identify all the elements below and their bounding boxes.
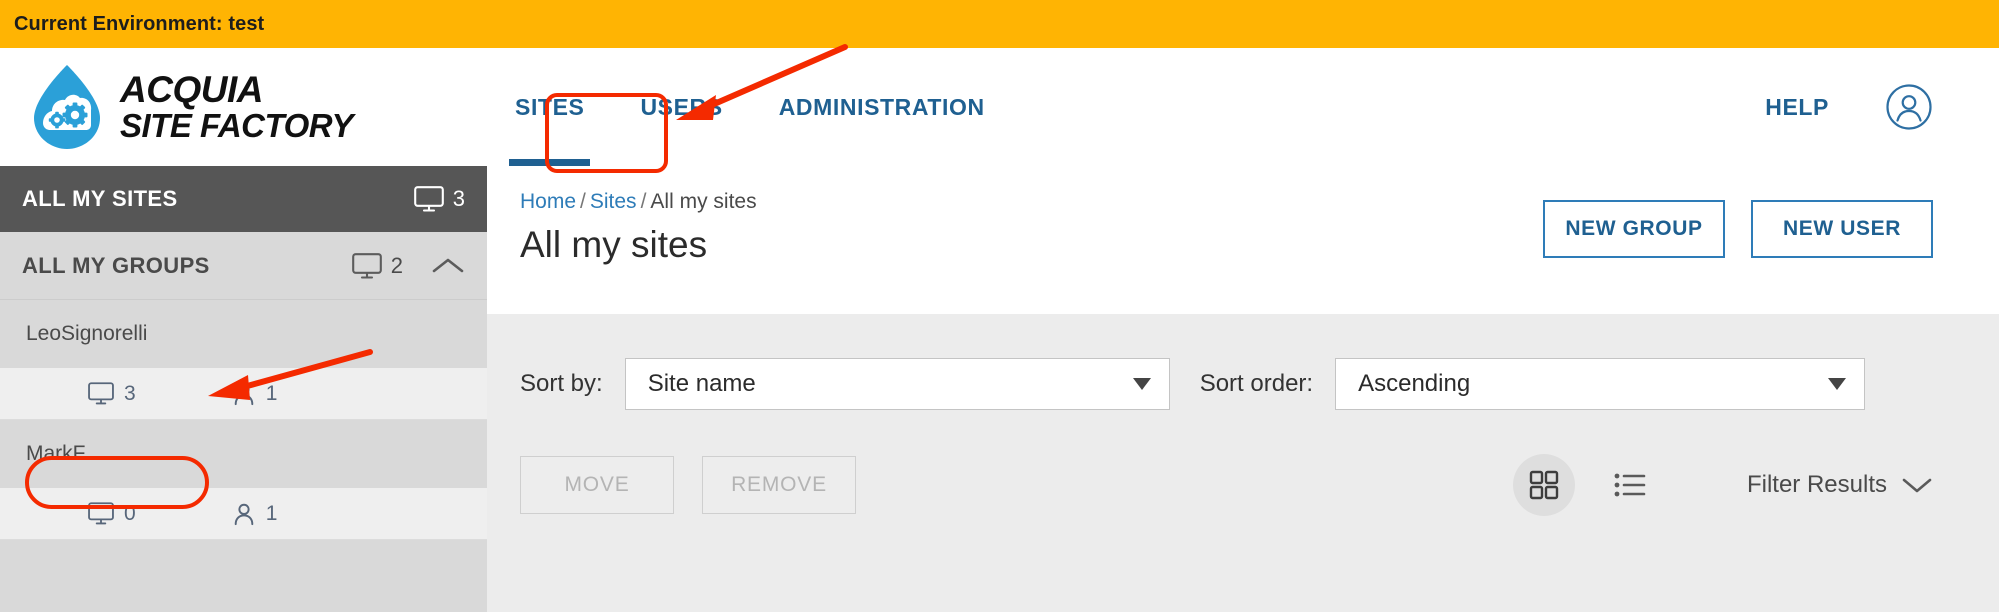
sort-order-value: Ascending [1358,370,1471,397]
grid-view-icon [1529,470,1559,500]
main-toolbar-area: Sort by: Site name Sort order: Ascending… [487,314,1999,612]
user-circle-icon[interactable] [1885,83,1933,131]
main-header: Home / Sites / All my sites All my sites NEW… [487,166,1999,314]
all-my-sites-count: 3 [413,186,465,212]
group-stats-markf: 0 1 [0,488,487,540]
monitor-icon [88,382,114,405]
monitor-icon [413,186,444,212]
remove-button[interactable]: REMOVE [702,456,856,514]
sort-by-select[interactable]: Site name [624,358,1170,410]
breadcrumb-home[interactable]: Home [520,190,576,213]
tab-sites-label: SITES [515,93,585,120]
chevron-down-icon [1828,378,1847,390]
all-my-sites-count-value: 3 [452,186,465,211]
sort-by-value: Site name [647,370,756,397]
acquia-droplet-gears-logo [34,65,100,149]
filter-results-label: Filter Results [1746,471,1887,498]
main-navigation: SITES USERS ADMINISTRATION [487,48,1013,166]
brand-logo[interactable]: ACQUIA SITE FACTORY [0,48,487,166]
app-header: ACQUIA SITE FACTORY SITES USERS ADMINIST… [0,48,1999,166]
move-button[interactable]: MOVE [520,456,674,514]
person-icon [234,383,253,405]
page-title: All my sites [520,224,708,265]
group-sites-count: 0 [124,501,136,525]
brand-line-2: SITE FACTORY [120,107,354,145]
page-heading-block: Home / Sites / All my sites All my sites [487,190,757,266]
group-name: MarkF [26,442,86,465]
group-sites-count: 3 [124,381,136,405]
breadcrumb: Home / Sites / All my sites [520,190,757,214]
group-sites-stat: 0 [88,502,136,526]
all-my-groups-count-value: 2 [390,252,403,278]
tab-administration-label: ADMINISTRATION [778,93,985,120]
all-my-groups-count: 2 [351,252,403,279]
help-link[interactable]: HELP [1765,94,1829,121]
tab-users-label: USERS [640,93,723,120]
group-users-count: 1 [265,501,278,525]
list-view-icon [1614,473,1646,497]
bulk-actions-row: MOVE REMOVE Filter Results [487,454,1999,516]
filter-results-toggle[interactable]: Filter Results [1747,471,1933,499]
monitor-icon [351,252,382,279]
breadcrumb-separator: / [640,190,647,213]
group-users-stat: 1 [232,501,278,526]
brand-line-1: ACQUIA [120,69,263,111]
sidebar-item-all-my-sites[interactable]: ALL MY SITES 3 [0,166,487,232]
sort-order-select[interactable]: Ascending [1335,358,1866,410]
chevron-down-icon [1132,378,1151,390]
collapse-groups-button[interactable] [431,255,465,277]
sort-order-label: Sort order: [1199,370,1314,397]
environment-banner-text: Current Environment: test [14,12,265,35]
sidebar-group-leosignorelli[interactable]: LeoSignorelli [0,300,487,368]
tab-users[interactable]: USERS [612,48,750,166]
grid-view-button[interactable] [1512,454,1575,516]
all-my-sites-label: ALL MY SITES [22,186,178,211]
view-controls: Filter Results [1512,454,1933,516]
group-stats-leosignorelli: 3 1 [0,368,487,420]
main-content: Home / Sites / All my sites All my sites NEW… [487,166,1999,612]
breadcrumb-separator: / [580,190,586,213]
group-users-stat: 1 [232,381,278,406]
new-user-button[interactable]: NEW USER [1751,200,1933,258]
group-users-count: 1 [265,381,278,405]
header-actions: HELP [1765,83,1999,131]
sidebar-item-all-my-groups[interactable]: ALL MY GROUPS 2 [0,232,487,300]
all-my-groups-label: ALL MY GROUPS [22,252,210,278]
breadcrumb-sites[interactable]: Sites [590,190,637,213]
sidebar-group-markf[interactable]: MarkF [0,420,487,488]
chevron-down-icon [1902,478,1932,493]
new-group-button[interactable]: NEW GROUP [1543,200,1725,258]
body-split: ALL MY SITES 3 ALL MY GROUPS 2 LeoSignor… [0,166,1999,612]
group-sites-stat: 3 [88,382,136,406]
sort-controls-row: Sort by: Site name Sort order: Ascending [487,358,1999,410]
group-name: LeoSignorelli [26,322,148,345]
monitor-icon [88,502,114,525]
tab-sites[interactable]: SITES [487,48,612,166]
sort-by-label: Sort by: [520,370,603,397]
brand-wordmark: ACQUIA SITE FACTORY [120,69,354,145]
chevron-up-icon [432,258,464,272]
app-root: Current Environment: test ACQUIA SITE FA… [0,0,1999,612]
environment-banner: Current Environment: test [0,0,1999,48]
list-view-button[interactable] [1599,454,1661,516]
person-icon [234,503,253,525]
tab-administration[interactable]: ADMINISTRATION [751,48,1013,166]
page-actions: NEW GROUP NEW USER [1543,190,1999,258]
sidebar: ALL MY SITES 3 ALL MY GROUPS 2 LeoSignor… [0,166,487,612]
breadcrumb-current: All my sites [650,190,757,213]
